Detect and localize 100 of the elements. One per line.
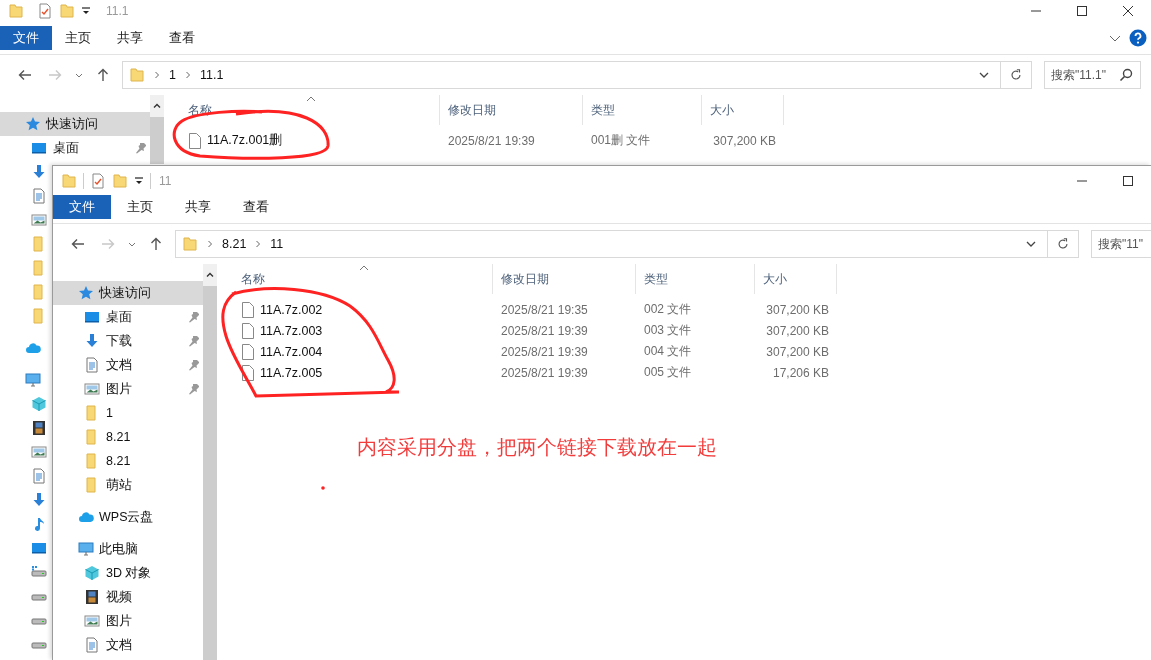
column-header[interactable]: 修改日期 bbox=[493, 264, 636, 294]
breadcrumb[interactable]: 8.21 bbox=[222, 237, 247, 251]
sort-caret-icon[interactable] bbox=[306, 96, 316, 102]
maximize-icon bbox=[1076, 5, 1088, 17]
folder-icon[interactable] bbox=[61, 172, 77, 189]
star-icon bbox=[25, 116, 41, 132]
download-arrow-icon bbox=[31, 164, 47, 180]
column-header[interactable]: 大小 bbox=[702, 95, 784, 125]
file-icon bbox=[242, 301, 254, 318]
folder-icon[interactable] bbox=[112, 172, 128, 189]
sidebar-item[interactable]: 图片 bbox=[53, 609, 203, 633]
computer-icon bbox=[25, 372, 41, 388]
drive-icon bbox=[31, 564, 47, 580]
sidebar-item[interactable]: 快速访问 bbox=[53, 281, 203, 305]
up-arrow-icon[interactable] bbox=[148, 236, 164, 252]
folder-icon[interactable] bbox=[59, 3, 75, 19]
column-header[interactable]: 名称 bbox=[217, 264, 493, 294]
file-name[interactable]: 11A.7z.004 bbox=[260, 344, 323, 359]
search-field[interactable]: 搜索"11" bbox=[1091, 230, 1151, 258]
column-header[interactable]: 大小 bbox=[755, 264, 837, 294]
sidebar-item[interactable]: 快速访问 bbox=[0, 112, 150, 136]
chevron-up-icon bbox=[205, 270, 215, 280]
table-cell-text: 2025/8/21 19:35 bbox=[500, 302, 589, 317]
file-icon bbox=[242, 364, 254, 381]
table-cell-text: 001删 文件 bbox=[590, 132, 652, 149]
sidebar-item[interactable]: 8.21 bbox=[53, 449, 203, 473]
table-cell-text: 002 文件 bbox=[643, 301, 693, 318]
sidebar-item[interactable]: 此电脑 bbox=[53, 537, 203, 561]
scrollbar-thumb[interactable] bbox=[203, 286, 217, 660]
file-icon bbox=[189, 132, 201, 149]
sidebar-item[interactable]: 桌面 bbox=[0, 136, 150, 160]
ribbon-tab[interactable]: 查看 bbox=[227, 195, 285, 219]
refresh-button[interactable] bbox=[1048, 230, 1079, 258]
table-cell-text: 2025/8/21 19:39 bbox=[500, 323, 589, 338]
chevron-right-icon[interactable] bbox=[254, 239, 263, 249]
file-name[interactable]: 11A.7z.002 bbox=[260, 302, 323, 317]
back-arrow-icon[interactable] bbox=[70, 236, 86, 252]
file-name[interactable]: 11A.7z.005 bbox=[260, 365, 323, 380]
sidebar-item[interactable]: 1 bbox=[53, 401, 203, 425]
scroll-up-button[interactable] bbox=[203, 264, 217, 286]
ribbon-tab[interactable]: 查看 bbox=[156, 26, 208, 50]
address-bar[interactable]: 1 11.1 bbox=[122, 61, 1001, 89]
column-header[interactable]: 类型 bbox=[636, 264, 755, 294]
sidebar-item[interactable]: 视频 bbox=[53, 585, 203, 609]
caret-icon[interactable] bbox=[81, 6, 91, 16]
chevron-right-icon[interactable] bbox=[183, 70, 192, 80]
file-icon bbox=[242, 322, 254, 339]
sidebar-item[interactable]: 图片 bbox=[53, 377, 203, 401]
column-header[interactable]: 类型 bbox=[583, 95, 702, 125]
breadcrumb[interactable]: 11.1 bbox=[199, 68, 224, 82]
back-arrow-icon[interactable] bbox=[17, 67, 33, 83]
ribbon-tab[interactable]: 文件 bbox=[0, 26, 52, 50]
sidebar-item[interactable]: 8.21 bbox=[53, 425, 203, 449]
monitor-icon bbox=[31, 140, 47, 156]
address-bar[interactable]: 8.21 11 bbox=[175, 230, 1048, 258]
star-icon bbox=[78, 285, 94, 301]
chevron-right-icon[interactable] bbox=[153, 70, 161, 80]
pin-icon[interactable] bbox=[188, 359, 200, 371]
up-arrow-icon[interactable] bbox=[95, 67, 111, 83]
ribbon-tab[interactable]: 主页 bbox=[52, 26, 104, 50]
folder-icon[interactable] bbox=[8, 3, 24, 19]
pin-icon[interactable] bbox=[188, 383, 200, 395]
refresh-button[interactable] bbox=[1001, 61, 1032, 89]
file-name[interactable]: 11A.7z.001删 bbox=[207, 132, 283, 149]
sort-caret-icon[interactable] bbox=[359, 265, 369, 271]
picture-icon bbox=[31, 212, 47, 228]
scrollbar-thumb[interactable] bbox=[150, 117, 164, 164]
sidebar-item[interactable]: 桌面 bbox=[53, 305, 203, 329]
sidebar-item[interactable]: 下载 bbox=[53, 329, 203, 353]
annotation-note: 内容采用分盘，把两个链接下载放在一起 bbox=[357, 435, 717, 460]
folder-icon bbox=[182, 236, 198, 252]
file-name[interactable]: 11A.7z.003 bbox=[260, 323, 323, 338]
pin-icon[interactable] bbox=[135, 142, 147, 154]
sidebar-item[interactable]: 萌站 bbox=[53, 473, 203, 497]
pin-icon[interactable] bbox=[188, 335, 200, 347]
maximize-icon bbox=[1122, 174, 1134, 187]
search-field[interactable]: 搜索"11.1" bbox=[1044, 61, 1141, 89]
breadcrumb[interactable]: 11 bbox=[270, 237, 284, 251]
ribbon-tab[interactable]: 主页 bbox=[111, 195, 169, 219]
scroll-up-button[interactable] bbox=[150, 95, 164, 117]
ribbon-tab[interactable]: 共享 bbox=[104, 26, 156, 50]
sidebar-item[interactable]: 3D 对象 bbox=[53, 561, 203, 585]
download-arrow-icon bbox=[84, 333, 100, 349]
sidebar-item[interactable]: WPS云盘 bbox=[53, 505, 203, 529]
search-icon[interactable] bbox=[1118, 67, 1134, 83]
checked-document-icon[interactable] bbox=[37, 3, 53, 19]
sidebar-item[interactable]: 文档 bbox=[53, 353, 203, 377]
ribbon-tab[interactable]: 文件 bbox=[53, 195, 111, 219]
checked-document-icon[interactable] bbox=[90, 172, 106, 189]
help-icon[interactable] bbox=[1129, 29, 1147, 47]
table-cell-text: 005 文件 bbox=[643, 364, 693, 381]
table-cell-text: 307,200 KB bbox=[765, 344, 830, 359]
column-header[interactable]: 修改日期 bbox=[440, 95, 583, 125]
breadcrumb[interactable]: 1 bbox=[169, 68, 176, 82]
caret-icon[interactable] bbox=[134, 175, 144, 186]
chevron-right-icon[interactable] bbox=[206, 239, 214, 249]
chevron-up-icon bbox=[152, 101, 162, 111]
sidebar-item[interactable]: 文档 bbox=[53, 633, 203, 657]
ribbon-tab[interactable]: 共享 bbox=[169, 195, 227, 219]
pin-icon[interactable] bbox=[188, 311, 200, 323]
